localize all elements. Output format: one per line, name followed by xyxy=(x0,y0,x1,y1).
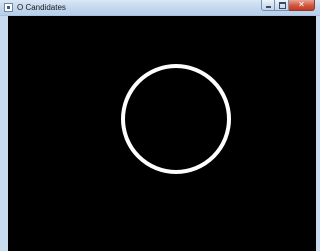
app-window-icon[interactable] xyxy=(4,3,13,12)
app-window: O Candidates ✕ xyxy=(0,0,320,251)
close-icon: ✕ xyxy=(298,0,305,9)
detection-overlay xyxy=(121,64,231,174)
caption-buttons: ✕ xyxy=(261,0,315,12)
maximize-icon xyxy=(279,2,286,9)
minimize-icon xyxy=(266,6,271,8)
close-button[interactable]: ✕ xyxy=(289,0,315,11)
window-title: O Candidates xyxy=(17,3,66,12)
detected-circle xyxy=(121,64,231,174)
maximize-button[interactable] xyxy=(275,0,289,11)
title-bar[interactable]: O Candidates ✕ xyxy=(0,0,320,16)
image-canvas xyxy=(8,16,316,251)
minimize-button[interactable] xyxy=(261,0,275,11)
